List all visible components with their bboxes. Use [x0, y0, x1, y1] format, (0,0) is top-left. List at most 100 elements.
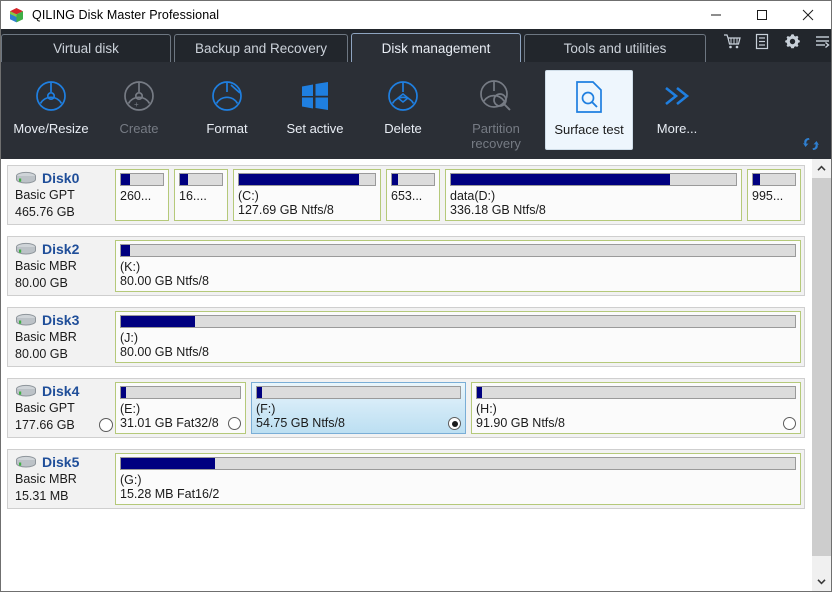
partition-block[interactable]: (F:) 54.75 GB Ntfs/8 [251, 382, 466, 434]
create-icon: + [121, 76, 157, 116]
partition-strip: (E:) 31.01 GB Fat32/8 (F:) 54.75 GB Ntfs… [115, 382, 801, 434]
partition-strip: (J:) 80.00 GB Ntfs/8 [115, 311, 801, 363]
partition-block[interactable]: (C:) 127.69 GB Ntfs/8 [233, 169, 381, 221]
cart-icon[interactable] [717, 29, 747, 55]
disk-header: Disk4 [15, 383, 115, 400]
scrollbar-track[interactable] [812, 178, 831, 572]
title-bar: QILING Disk Master Professional [1, 1, 831, 29]
disk-row[interactable]: Disk5 Basic MBR 15.31 MB (G:) 15.28 MB F… [7, 449, 805, 509]
toolbar-surface-test[interactable]: Surface test [545, 70, 633, 150]
chevron-double-right-icon [660, 76, 694, 116]
partition-block[interactable]: 260... [115, 169, 169, 221]
partition-label: (J:) [120, 331, 139, 345]
partition-footer: 260... [120, 189, 164, 204]
usage-bar [256, 386, 461, 399]
partition-info: 653... [391, 189, 423, 203]
partition-select-radio[interactable] [783, 417, 796, 430]
partition-info: 91.90 GB Ntfs/8 [476, 416, 565, 430]
disk-row[interactable]: Disk0 Basic GPT 465.76 GB 260... 16.... … [7, 165, 805, 225]
log-icon[interactable] [747, 29, 777, 55]
scroll-up-button[interactable] [812, 159, 831, 178]
scroll-down-button[interactable] [812, 572, 831, 591]
partition-block[interactable]: data(D:) 336.18 GB Ntfs/8 [445, 169, 742, 221]
tab-label: Disk management [381, 40, 491, 56]
partition-label: (K:) [120, 260, 141, 274]
disk-row[interactable]: Disk2 Basic MBR 80.00 GB (K:) 80.00 GB N… [7, 236, 805, 296]
disk-type: Basic MBR [15, 329, 77, 344]
toolbar-format[interactable]: Format [183, 70, 271, 150]
surface-test-icon [573, 77, 605, 117]
partition-footer: 80.00 GB Ntfs/8 [120, 274, 796, 289]
partition-footer: 15.28 MB Fat16/2 [120, 487, 796, 502]
partition-info: 16.... [179, 189, 207, 203]
partition-strip: (G:) 15.28 MB Fat16/2 [115, 453, 801, 505]
partition-block[interactable]: 995... [747, 169, 801, 221]
toolbar-label: Delete [384, 121, 422, 136]
partition-label: (C:) [238, 189, 259, 203]
partition-block[interactable]: (E:) 31.01 GB Fat32/8 [115, 382, 246, 434]
partition-footer: 16.... [179, 189, 223, 204]
toolbar-set-active[interactable]: Set active [271, 70, 359, 150]
format-icon [209, 76, 245, 116]
disk-row[interactable]: Disk3 Basic MBR 80.00 GB (J:) 80.00 GB N… [7, 307, 805, 367]
disk-header: Disk0 [15, 170, 115, 187]
partition-block[interactable]: 16.... [174, 169, 228, 221]
application-window: QILING Disk Master Professional Virtual … [0, 0, 832, 592]
usage-bar [238, 173, 376, 186]
toolbar-label: Format [206, 121, 248, 136]
tab-disk-management[interactable]: Disk management [351, 33, 521, 63]
disk-type: Basic GPT [15, 187, 75, 202]
tab-tools-and-utilities[interactable]: Tools and utilities [524, 34, 706, 62]
disk-name: Disk4 [42, 382, 80, 399]
toolbar-label: Create [119, 121, 159, 136]
refresh-icon[interactable] [801, 135, 821, 153]
disk-info: Disk0 Basic GPT 465.76 GB [11, 169, 115, 221]
partition-select-radio[interactable] [448, 417, 461, 430]
usage-bar [752, 173, 796, 186]
toolbar-label: Partition recovery [471, 121, 521, 151]
partition-block[interactable]: (K:) 80.00 GB Ntfs/8 [115, 240, 801, 292]
disk-name: Disk2 [42, 240, 80, 257]
gear-icon[interactable] [777, 29, 807, 55]
disk-size: 80.00 GB [15, 275, 68, 290]
disk-size-row: 15.31 MB [15, 488, 115, 505]
partition-block[interactable]: (H:) 91.90 GB Ntfs/8 [471, 382, 801, 434]
app-icon [8, 7, 25, 24]
partition-strip: 260... 16.... (C:) 127.69 GB Ntfs/8 653.… [115, 169, 801, 221]
menu-icon[interactable] [807, 29, 832, 55]
move-resize-icon [33, 76, 69, 116]
partition-block[interactable]: (G:) 15.28 MB Fat16/2 [115, 453, 801, 505]
partition-select-radio[interactable] [228, 417, 241, 430]
disk-select-radio[interactable] [99, 418, 113, 432]
disk-info: Disk2 Basic MBR 80.00 GB [11, 240, 115, 292]
partition-label: (H:) [476, 402, 497, 416]
toolbar-more[interactable]: More... [633, 70, 721, 150]
tab-virtual-disk[interactable]: Virtual disk [1, 34, 171, 62]
disk-row[interactable]: Disk4 Basic GPT 177.66 GB (E:) 31.01 GB … [7, 378, 805, 438]
vertical-scrollbar[interactable] [811, 159, 831, 591]
tab-bar-icons [717, 25, 832, 62]
toolbar-label: More... [656, 121, 698, 136]
partition-info: 127.69 GB Ntfs/8 [238, 203, 334, 217]
disk-type: Basic MBR [15, 258, 77, 273]
disk-size: 177.66 GB [15, 417, 75, 432]
scrollbar-thumb[interactable] [812, 178, 831, 557]
partition-footer: 127.69 GB Ntfs/8 [238, 203, 376, 218]
disk-type: Basic GPT [15, 400, 75, 415]
tab-backup-and-recovery[interactable]: Backup and Recovery [174, 34, 348, 62]
partition-label: (F:) [256, 402, 276, 416]
toolbar-partition-recovery[interactable]: Partition recovery [447, 70, 545, 155]
toolbar-move-resize[interactable]: Move/Resize [7, 70, 95, 150]
partition-block[interactable]: 653... [386, 169, 440, 221]
partition-info: 15.28 MB Fat16/2 [120, 487, 220, 501]
partition-block[interactable]: (J:) 80.00 GB Ntfs/8 [115, 311, 801, 363]
toolbar-create[interactable]: + Create [95, 70, 183, 150]
usage-bar [120, 457, 796, 470]
partition-info: 80.00 GB Ntfs/8 [120, 345, 209, 359]
disk-size-row: 177.66 GB [15, 417, 115, 434]
disk-size-row: 80.00 GB [15, 346, 115, 363]
usage-bar [391, 173, 435, 186]
toolbar-delete[interactable]: Delete [359, 70, 447, 150]
disk-name: Disk0 [42, 169, 80, 186]
disk-size: 80.00 GB [15, 346, 68, 361]
